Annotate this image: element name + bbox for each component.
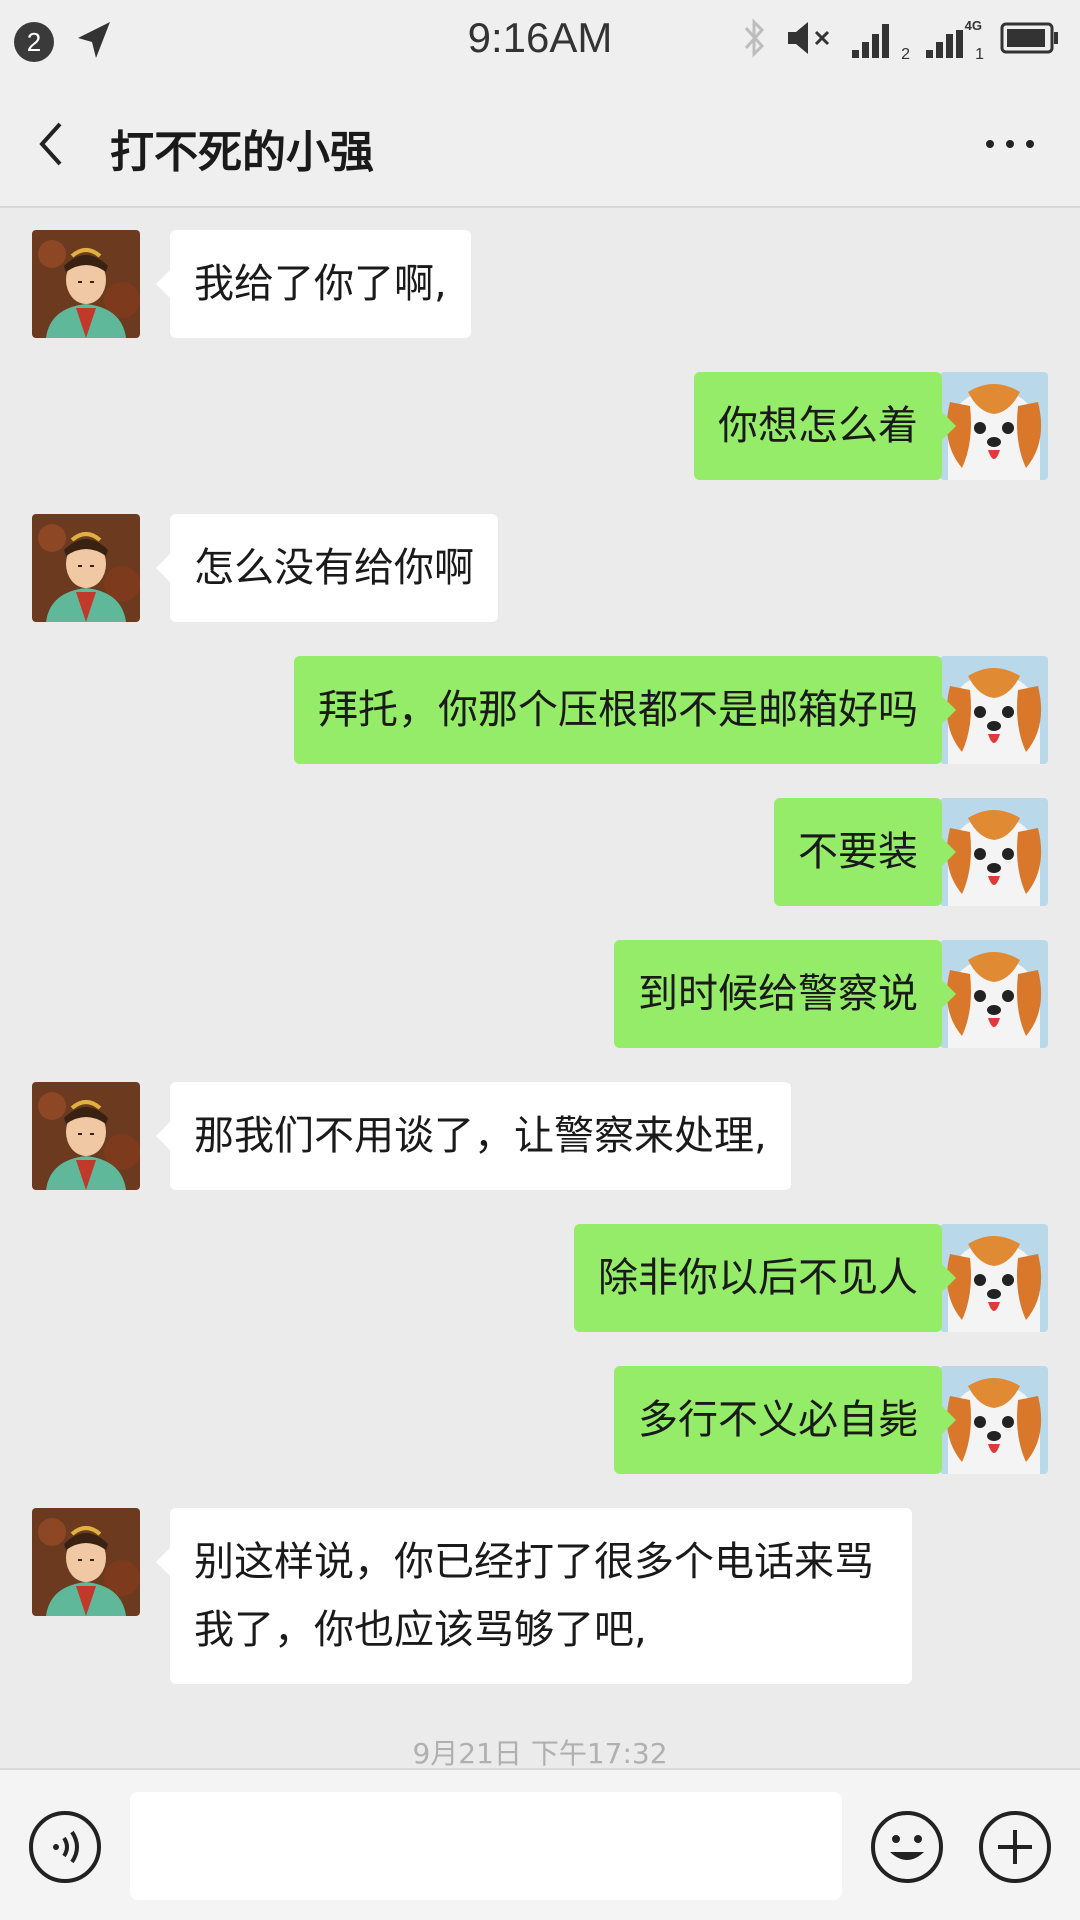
message-bubble[interactable]: 你想怎么着 [694,372,956,480]
input-bar [0,1768,1080,1920]
signal-sim2-icon: 2 [852,18,910,63]
status-bar: 2 9:16AM 2 4G 1 [0,0,1080,80]
bluetooth-icon [740,16,768,64]
message-bubble[interactable]: 到时候给警察说 [614,940,956,1048]
chat-screen: 2 9:16AM 2 4G 1 打不死的小强 我给了你了啊, 你想怎么着 怎么没… [0,0,1080,1920]
plus-button[interactable] [978,1810,1052,1884]
message-list[interactable]: 我给了你了啊, 你想怎么着 怎么没有给你啊 拜托，你那个压根都不是邮箱好吗 不要… [0,210,1080,1768]
message-timestamp: 9月21日 下午17:32 [412,1737,668,1768]
title-bar: 打不死的小强 [0,80,1080,208]
message-bubble[interactable]: 那我们不用谈了，让警察来处理, [156,1082,791,1190]
message-bubble[interactable]: 别这样说，你已经打了很多个电话来骂我了，你也应该骂够了吧, [156,1508,912,1684]
my-avatar[interactable] [940,656,1048,764]
chat-title: 打不死的小强 [110,127,374,178]
message-bubble[interactable]: 怎么没有给你啊 [156,514,498,622]
more-button[interactable] [980,130,1040,158]
mute-icon [784,16,836,64]
message-bubble[interactable]: 除非你以后不见人 [574,1224,956,1332]
message-bubble[interactable]: 我给了你了啊, [156,230,471,338]
emoji-icon [871,1811,943,1883]
contact-avatar[interactable] [32,1508,140,1616]
back-button[interactable] [30,116,78,172]
voice-icon [29,1811,101,1883]
my-avatar[interactable] [940,372,1048,480]
my-avatar[interactable] [940,798,1048,906]
sim2-label: 2 [901,46,910,63]
chevron-left-icon [39,122,62,166]
emoji-button[interactable] [870,1810,944,1884]
message-bubble[interactable]: 拜托，你那个压根都不是邮箱好吗 [294,656,956,764]
my-avatar[interactable] [940,1366,1048,1474]
contact-avatar[interactable] [32,514,140,622]
message-bubble[interactable]: 不要装 [774,798,956,906]
battery-icon [1000,20,1060,60]
status-right: 2 4G 1 [740,16,1060,64]
contact-avatar[interactable] [32,230,140,338]
message-input[interactable] [130,1792,842,1900]
sim1-label: 1 [975,46,984,63]
my-avatar[interactable] [940,1224,1048,1332]
signal-sim1-icon: 4G 1 [926,18,984,63]
contact-avatar[interactable] [32,1082,140,1190]
voice-button[interactable] [28,1810,102,1884]
my-avatar[interactable] [940,940,1048,1048]
message-bubble[interactable]: 多行不义必自毙 [614,1366,956,1474]
plus-icon [979,1811,1051,1883]
more-dots-icon [986,140,1034,148]
